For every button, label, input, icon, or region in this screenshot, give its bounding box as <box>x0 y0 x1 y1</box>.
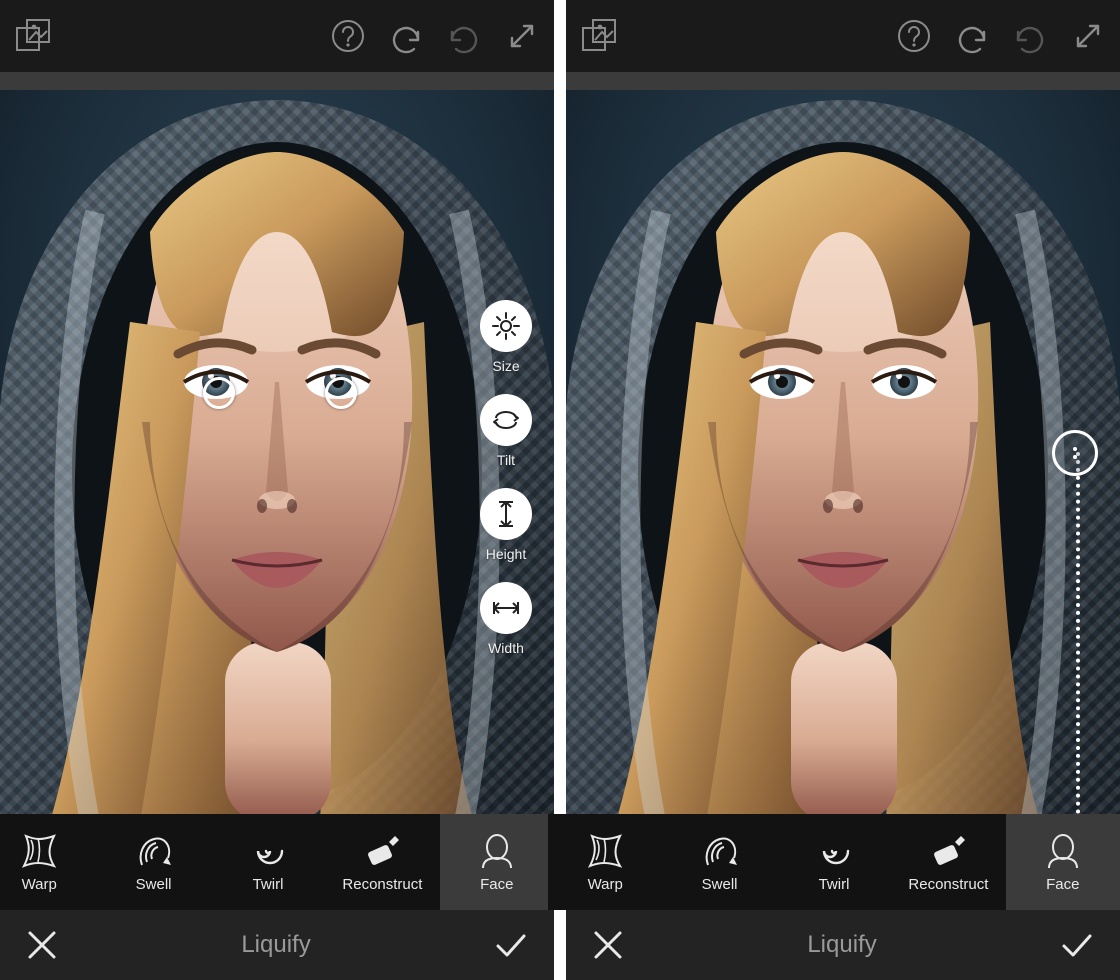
sub-toolbar <box>566 72 1120 90</box>
tool-label: Reconstruct <box>342 876 422 893</box>
compare-icon[interactable] <box>14 18 52 54</box>
warp-icon <box>20 832 58 870</box>
face-option-label: Height <box>486 546 526 562</box>
tool-twirl[interactable]: Twirl <box>777 814 891 910</box>
footer-title: Liquify <box>241 931 310 959</box>
image-canvas[interactable]: Size Tilt Height Width <box>0 90 554 814</box>
portrait-image <box>566 90 1120 814</box>
help-icon[interactable] <box>330 18 366 54</box>
face-option-size[interactable]: Size <box>480 300 532 374</box>
footer-bar: Liquify <box>0 910 554 980</box>
liquify-tool-row[interactable]: Warp Swell Twirl Reconstruct Face <box>548 814 1120 910</box>
twirl-icon <box>815 832 853 870</box>
height-icon <box>490 498 522 530</box>
tool-twirl[interactable]: Twirl <box>211 814 325 910</box>
tool-warp[interactable]: Warp <box>548 814 662 910</box>
eye-marker-left[interactable] <box>203 377 235 409</box>
face-option-width[interactable]: Width <box>480 582 532 656</box>
top-toolbar <box>0 0 554 72</box>
undo-icon[interactable] <box>388 18 424 54</box>
fullscreen-icon[interactable] <box>504 18 540 54</box>
cancel-button[interactable] <box>24 927 60 963</box>
face-option-height[interactable]: Height <box>480 488 532 562</box>
screenshot-left: Size Tilt Height Width Warp <box>0 0 554 980</box>
tool-warp[interactable]: Warp <box>0 814 96 910</box>
redo-icon <box>1012 18 1048 54</box>
tool-swell[interactable]: Swell <box>96 814 210 910</box>
liquify-tool-row[interactable]: Warp Swell Twirl Reconstruct Face <box>0 814 554 910</box>
reconstruct-icon <box>363 832 401 870</box>
footer-bar: Liquify <box>566 910 1120 980</box>
confirm-button[interactable] <box>492 926 530 964</box>
twirl-icon <box>249 832 287 870</box>
footer-title: Liquify <box>807 931 876 959</box>
face-option-label: Tilt <box>497 452 515 468</box>
tool-label: Reconstruct <box>908 876 988 893</box>
adjust-slider-knob[interactable] <box>1052 430 1098 476</box>
tool-label: Face <box>1046 876 1079 893</box>
confirm-button[interactable] <box>1058 926 1096 964</box>
tool-face[interactable]: Face <box>440 814 554 910</box>
tool-swell[interactable]: Swell <box>662 814 776 910</box>
tool-face[interactable]: Face <box>1006 814 1120 910</box>
adjust-slider-track[interactable] <box>1076 452 1080 814</box>
tool-label: Swell <box>136 876 172 893</box>
warp-icon <box>586 832 624 870</box>
size-icon <box>490 310 522 342</box>
reconstruct-icon <box>929 832 967 870</box>
face-icon <box>478 832 516 870</box>
tool-label: Twirl <box>819 876 850 893</box>
tool-reconstruct[interactable]: Reconstruct <box>891 814 1005 910</box>
undo-icon[interactable] <box>954 18 990 54</box>
tool-reconstruct[interactable]: Reconstruct <box>325 814 439 910</box>
width-icon <box>490 592 522 624</box>
tool-label: Face <box>480 876 513 893</box>
face-option-label: Width <box>488 640 524 656</box>
face-options-panel: Size Tilt Height Width <box>480 300 532 656</box>
face-option-tilt[interactable]: Tilt <box>480 394 532 468</box>
face-icon <box>1044 832 1082 870</box>
help-icon[interactable] <box>896 18 932 54</box>
tool-label: Warp <box>588 876 623 893</box>
swell-icon <box>701 832 739 870</box>
tilt-icon <box>490 404 522 436</box>
face-option-label: Size <box>492 358 519 374</box>
portrait-image <box>0 90 554 814</box>
compare-icon[interactable] <box>580 18 618 54</box>
fullscreen-icon[interactable] <box>1070 18 1106 54</box>
tool-label: Twirl <box>253 876 284 893</box>
tool-label: Warp <box>22 876 57 893</box>
screenshot-right: Warp Swell Twirl Reconstruct Face Liquif… <box>566 0 1120 980</box>
image-canvas[interactable] <box>566 90 1120 814</box>
cancel-button[interactable] <box>590 927 626 963</box>
eye-marker-right[interactable] <box>325 377 357 409</box>
swell-icon <box>135 832 173 870</box>
tool-label: Swell <box>702 876 738 893</box>
sub-toolbar <box>0 72 554 90</box>
redo-icon <box>446 18 482 54</box>
top-toolbar <box>566 0 1120 72</box>
